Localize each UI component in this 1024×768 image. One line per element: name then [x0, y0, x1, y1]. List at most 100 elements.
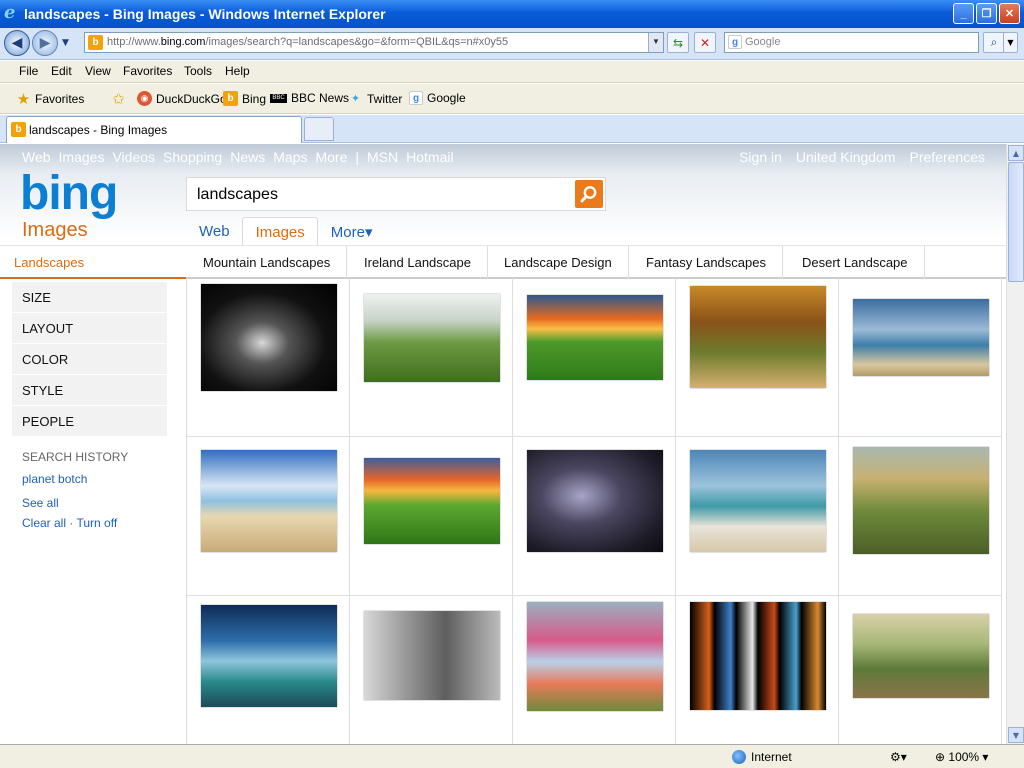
bing-search-button[interactable]: [575, 180, 603, 208]
history-dropdown-icon[interactable]: ▼: [62, 38, 69, 48]
preferences-link[interactable]: Preferences: [910, 149, 985, 165]
image-result[interactable]: [676, 278, 839, 437]
result-thumbnail[interactable]: [201, 284, 337, 391]
image-result[interactable]: [187, 437, 350, 596]
search-options-icon[interactable]: ▼: [1003, 32, 1018, 53]
result-thumbnail[interactable]: [690, 450, 826, 552]
scope-tab-more[interactable]: More▾: [318, 217, 385, 245]
new-tab-button[interactable]: [304, 117, 334, 141]
related-mountain-landscapes[interactable]: Mountain Landscapes: [186, 246, 348, 279]
menu-help[interactable]: Help: [225, 64, 250, 78]
image-result[interactable]: [839, 278, 1002, 437]
image-result[interactable]: [350, 278, 513, 437]
address-dropdown-icon[interactable]: ▼: [648, 33, 663, 52]
maximize-button[interactable]: ❐: [976, 3, 997, 24]
related-landscape-design[interactable]: Landscape Design: [487, 246, 629, 279]
scope-tab-images[interactable]: Images: [241, 217, 318, 245]
clear-all-link[interactable]: Clear all: [22, 516, 66, 530]
filter-style[interactable]: STYLE: [12, 375, 167, 406]
protected-mode-icon[interactable]: ⚙▾: [890, 750, 907, 764]
image-result[interactable]: [513, 278, 676, 437]
related-ireland-landscape[interactable]: Ireland Landscape: [347, 246, 488, 279]
stop-icon[interactable]: ✕: [694, 32, 716, 53]
result-thumbnail[interactable]: [364, 294, 500, 382]
topnav-images[interactable]: Images: [59, 149, 105, 165]
filter-size[interactable]: SIZE: [12, 282, 167, 313]
add-favorite-icon[interactable]: ✩: [111, 91, 126, 108]
menu-file[interactable]: File: [19, 64, 38, 78]
image-result[interactable]: [839, 437, 1002, 596]
image-result[interactable]: [513, 437, 676, 596]
result-thumbnail[interactable]: [853, 614, 989, 698]
scroll-down-icon[interactable]: ▼: [1008, 727, 1024, 743]
result-thumbnail[interactable]: [527, 295, 663, 380]
fav-link-twitter[interactable]: ✦ Twitter: [348, 91, 402, 106]
forward-button[interactable]: ▶: [32, 30, 58, 56]
see-all-link[interactable]: See all: [22, 496, 128, 510]
topnav-hotmail[interactable]: Hotmail: [406, 149, 453, 165]
zone-label: Internet: [751, 750, 792, 764]
image-result[interactable]: [187, 278, 350, 437]
vertical-scrollbar[interactable]: ▲ ▼: [1006, 144, 1024, 744]
result-thumbnail[interactable]: [201, 450, 337, 552]
minimize-button[interactable]: _: [953, 3, 974, 24]
topnav-web[interactable]: Web: [22, 149, 51, 165]
result-thumbnail[interactable]: [201, 605, 337, 707]
fav-link-google[interactable]: g Google: [409, 91, 466, 105]
tab-bing-images[interactable]: b landscapes - Bing Images: [6, 116, 302, 143]
result-thumbnail[interactable]: [364, 611, 500, 700]
image-result[interactable]: [676, 596, 839, 744]
favorites-label: Favorites: [35, 91, 85, 106]
fav-link-bing[interactable]: b Bing: [223, 91, 266, 106]
region-link[interactable]: United Kingdom: [796, 149, 896, 165]
history-item[interactable]: planet botch: [22, 472, 128, 486]
filter-people[interactable]: PEOPLE: [12, 406, 167, 437]
result-thumbnail[interactable]: [853, 447, 989, 554]
result-thumbnail[interactable]: [690, 286, 826, 388]
sign-in-link[interactable]: Sign in: [739, 149, 782, 165]
result-thumbnail[interactable]: [527, 602, 663, 711]
result-thumbnail[interactable]: [690, 602, 826, 710]
result-thumbnail[interactable]: [527, 450, 663, 552]
menu-tools[interactable]: Tools: [184, 64, 212, 78]
image-result[interactable]: [676, 437, 839, 596]
search-input[interactable]: g Google: [724, 32, 979, 53]
topnav-msn[interactable]: MSN: [367, 149, 398, 165]
menu-edit[interactable]: Edit: [51, 64, 72, 78]
image-result[interactable]: [839, 596, 1002, 744]
filter-layout[interactable]: LAYOUT: [12, 313, 167, 344]
topnav-videos[interactable]: Videos: [112, 149, 155, 165]
zoom-level[interactable]: ⊕ 100% ▾: [935, 750, 988, 764]
address-input[interactable]: b http://www.bing.com/images/search?q=la…: [84, 32, 664, 53]
turn-off-link[interactable]: Turn off: [76, 516, 117, 530]
image-result[interactable]: [350, 596, 513, 744]
fav-link-duckduckgo[interactable]: ◉ DuckDuckGo: [137, 91, 227, 106]
bing-logo[interactable]: bing: [20, 170, 118, 218]
related-fantasy-landscapes[interactable]: Fantasy Landscapes: [629, 246, 783, 279]
scope-tab-web[interactable]: Web: [186, 217, 242, 245]
close-button[interactable]: ✕: [999, 3, 1020, 24]
scroll-up-icon[interactable]: ▲: [1008, 145, 1024, 161]
result-thumbnail[interactable]: [853, 299, 989, 376]
back-button[interactable]: ◀: [4, 30, 30, 56]
result-thumbnail[interactable]: [364, 458, 500, 544]
refresh-icon[interactable]: ⇆: [667, 32, 689, 53]
menu-view[interactable]: View: [85, 64, 111, 78]
image-result[interactable]: [350, 437, 513, 596]
topnav-more[interactable]: More: [315, 149, 347, 165]
topnav-news[interactable]: News: [230, 149, 265, 165]
topnav-shopping[interactable]: Shopping: [163, 149, 222, 165]
search-go-icon[interactable]: ⌕: [983, 32, 1005, 53]
bing-search-input[interactable]: landscapes: [186, 177, 606, 211]
filter-color[interactable]: COLOR: [12, 344, 167, 375]
topnav-maps[interactable]: Maps: [273, 149, 307, 165]
fav-link-bbc-news[interactable]: BBC BBC News: [270, 91, 349, 105]
scroll-thumb[interactable]: [1008, 162, 1024, 282]
favorites-button[interactable]: ★ Favorites: [16, 91, 85, 108]
image-result[interactable]: [513, 596, 676, 744]
images-vertical-label[interactable]: Images: [22, 219, 88, 242]
related-desert-landscape[interactable]: Desert Landscape: [785, 246, 925, 279]
image-result[interactable]: [187, 596, 350, 744]
menu-favorites[interactable]: Favorites: [123, 64, 172, 78]
fav-label: Twitter: [367, 91, 403, 106]
